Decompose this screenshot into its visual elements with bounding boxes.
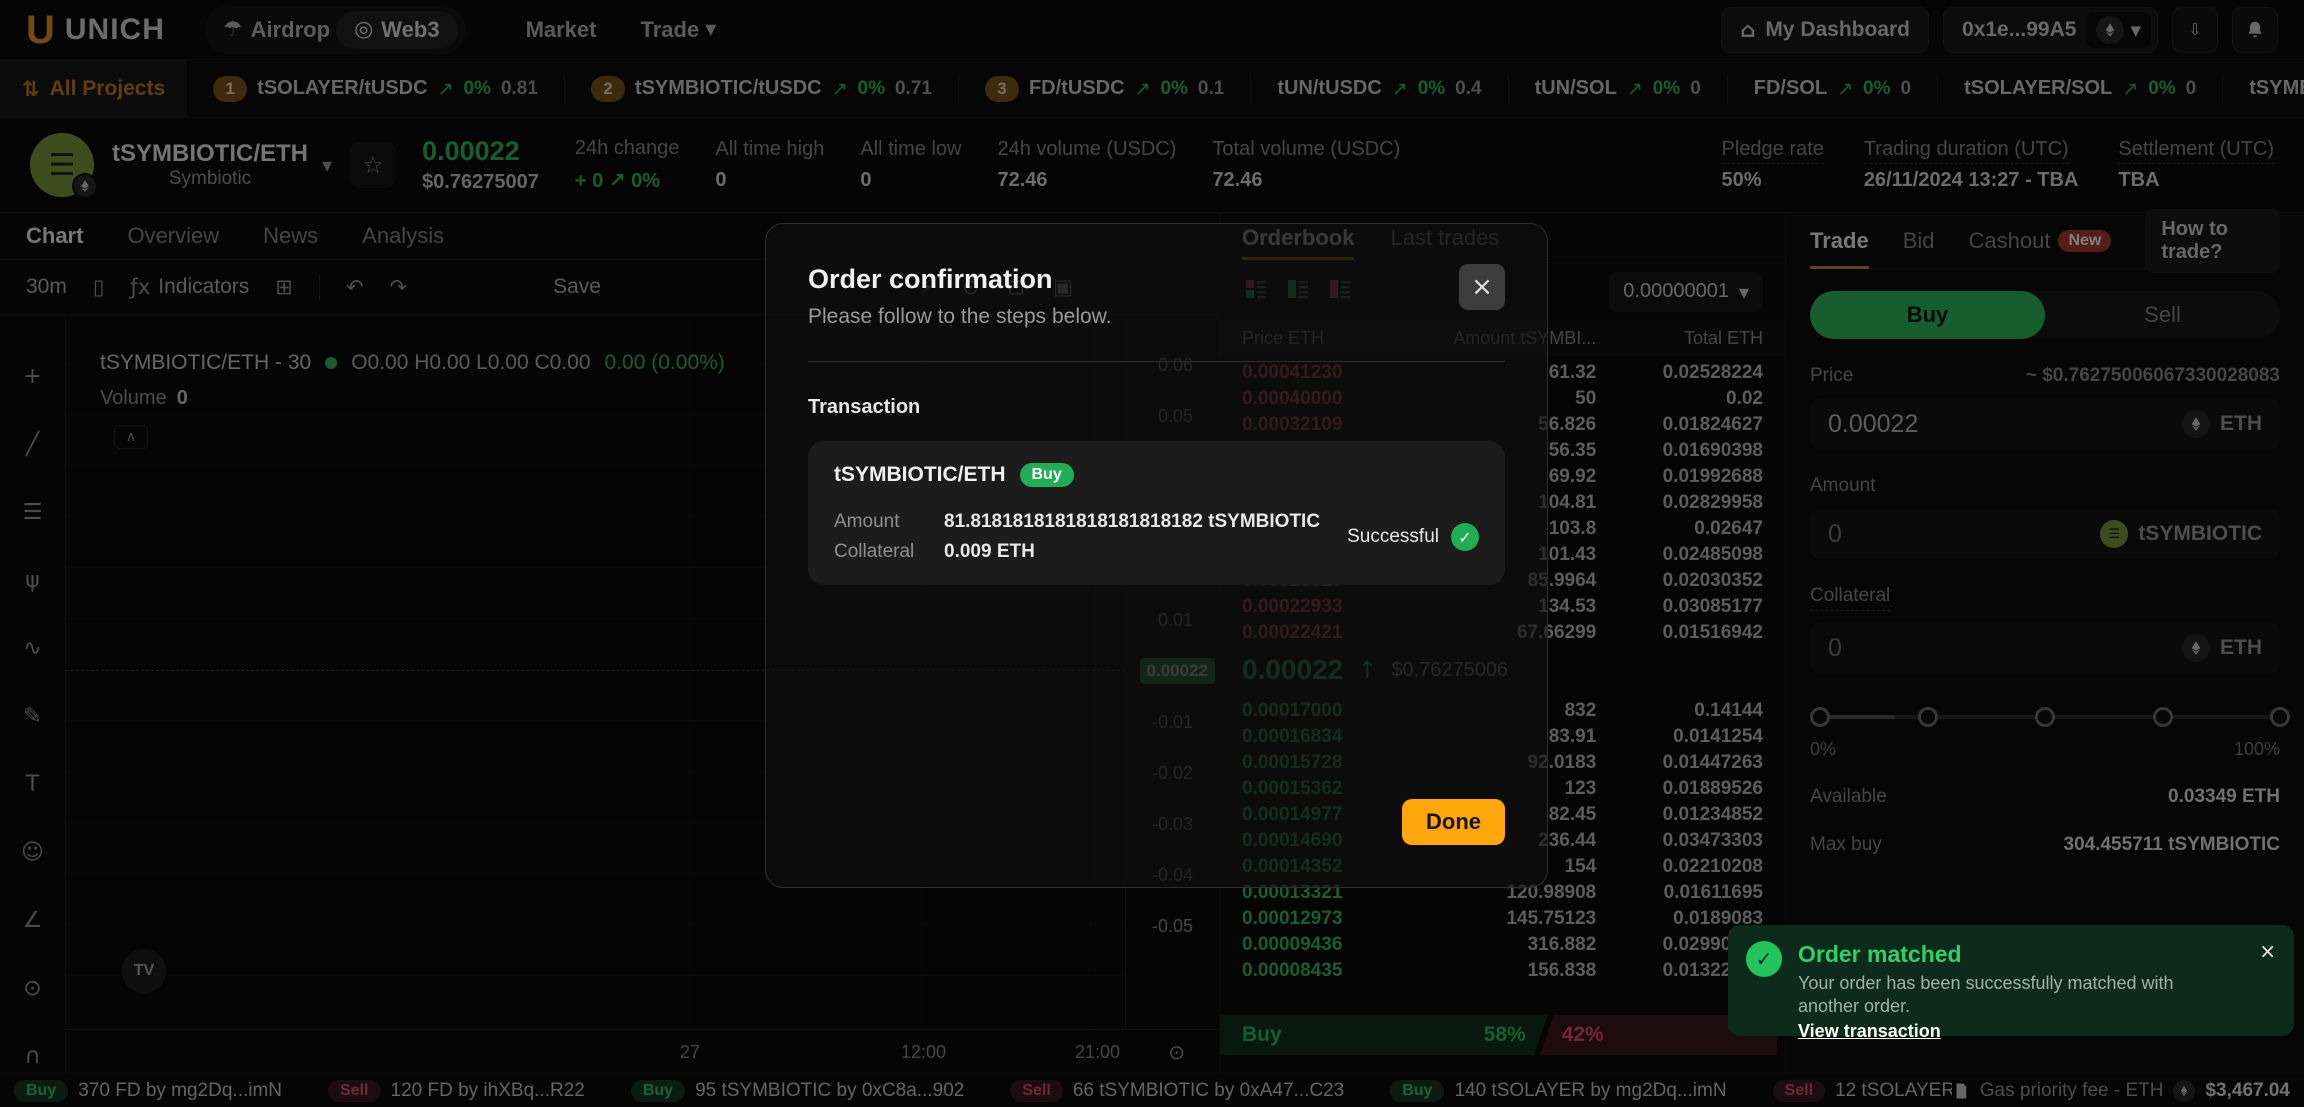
buy-side-badge: Buy <box>1020 463 1074 487</box>
modal-subtitle: Please follow to the steps below. <box>808 305 1505 329</box>
transaction-card: tSYMBIOTIC/ETH Buy Amount 81.81818181818… <box>808 441 1505 585</box>
view-transaction-link[interactable]: View transaction <box>1798 1021 1941 1042</box>
app-root: U UNICH ☂ Airdrop ◎ Web3 Market Trade ▾ … <box>0 0 2304 1107</box>
transaction-amount: 81.8181818181818181818182 tSYMBIOTIC <box>944 511 1320 533</box>
order-confirmation-modal: Order confirmation Please follow to the … <box>765 223 1548 888</box>
toast-close-button[interactable]: × <box>2259 939 2276 964</box>
order-matched-toast: ✓ Order matched Your order has been succ… <box>1728 925 2294 1036</box>
done-button[interactable]: Done <box>1402 799 1505 845</box>
transaction-status: Successful ✓ <box>1347 511 1479 563</box>
modal-close-button[interactable]: × <box>1459 264 1505 310</box>
success-check-icon: ✓ <box>1746 941 1782 977</box>
modal-title: Order confirmation <box>808 264 1505 295</box>
toast-body: Your order has been successfully matched… <box>1798 972 2238 1019</box>
toast-title: Order matched <box>1798 941 2238 968</box>
transaction-section-title: Transaction <box>808 396 1505 419</box>
success-check-icon: ✓ <box>1451 523 1479 551</box>
modal-divider <box>808 361 1505 362</box>
transaction-collateral: 0.009 ETH <box>944 541 1035 563</box>
toast-content: Order matched Your order has been succes… <box>1798 941 2238 1022</box>
transaction-pair: tSYMBIOTIC/ETH <box>834 463 1006 487</box>
close-icon: × <box>1471 272 1493 302</box>
